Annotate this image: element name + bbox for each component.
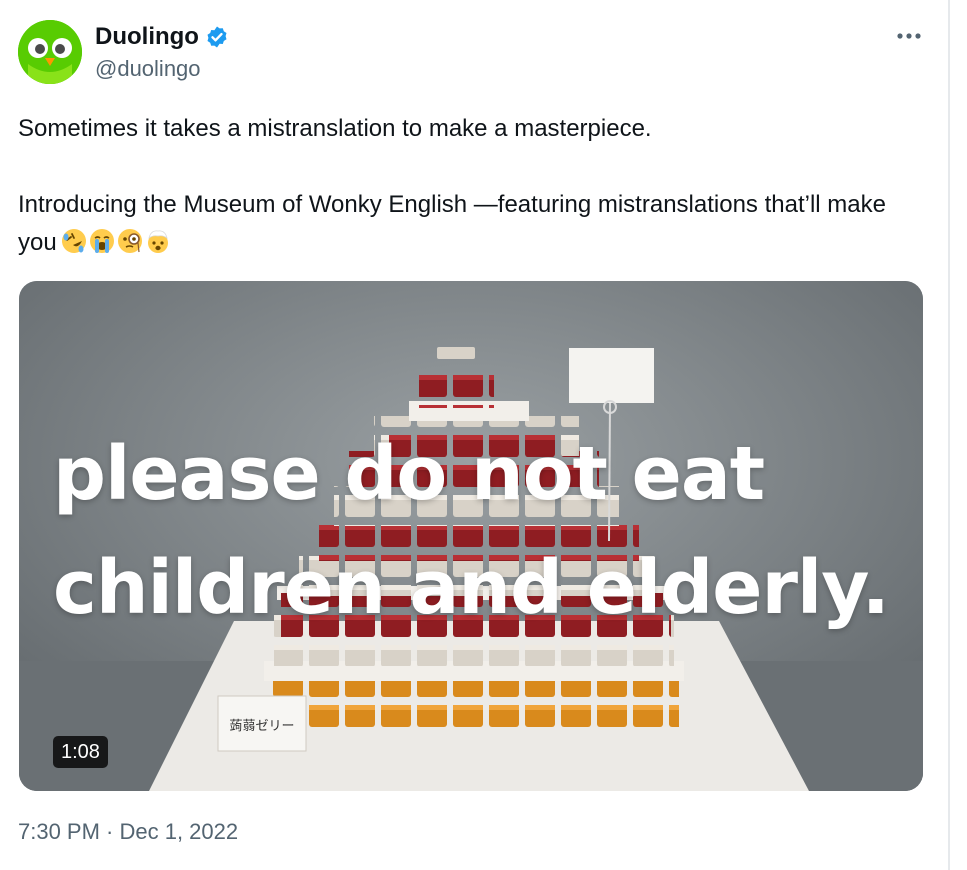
video-player[interactable]: 蒟蒻ゼリー please do not eat children and eld… <box>19 281 923 791</box>
display-name[interactable]: Duolingo <box>95 22 199 52</box>
loudly-crying-emoji-icon <box>89 229 114 253</box>
caption-line-2: children and elderly. <box>53 545 890 631</box>
emoji-group <box>61 228 171 254</box>
rolling-laughing-emoji-icon <box>61 229 86 253</box>
caption-line-1: please do not eat <box>53 431 765 517</box>
video-caption: please do not eat children and elderly. <box>19 281 923 791</box>
tweet-timestamp[interactable]: 7:30 PM · Dec 1, 2022 <box>18 817 238 847</box>
monocle-face-emoji-icon <box>117 229 142 253</box>
duolingo-owl-icon <box>18 20 82 84</box>
avatar[interactable] <box>18 20 82 84</box>
tweet-paragraph-2: Introducing the Museum of Wonky English … <box>18 186 918 262</box>
more-options-button[interactable] <box>893 22 925 50</box>
verified-badge-icon <box>207 26 227 48</box>
video-duration-badge: 1:08 <box>53 736 108 768</box>
display-name-row[interactable]: Duolingo <box>95 22 229 52</box>
right-divider <box>948 0 950 870</box>
tweet-text: Sometimes it takes a mistranslation to m… <box>18 110 918 262</box>
user-handle[interactable]: @duolingo <box>95 55 201 83</box>
more-dots-icon <box>897 33 921 39</box>
tweet-line-1: Sometimes it takes a mistranslation to m… <box>18 115 652 142</box>
exploding-head-emoji-icon <box>147 230 168 253</box>
